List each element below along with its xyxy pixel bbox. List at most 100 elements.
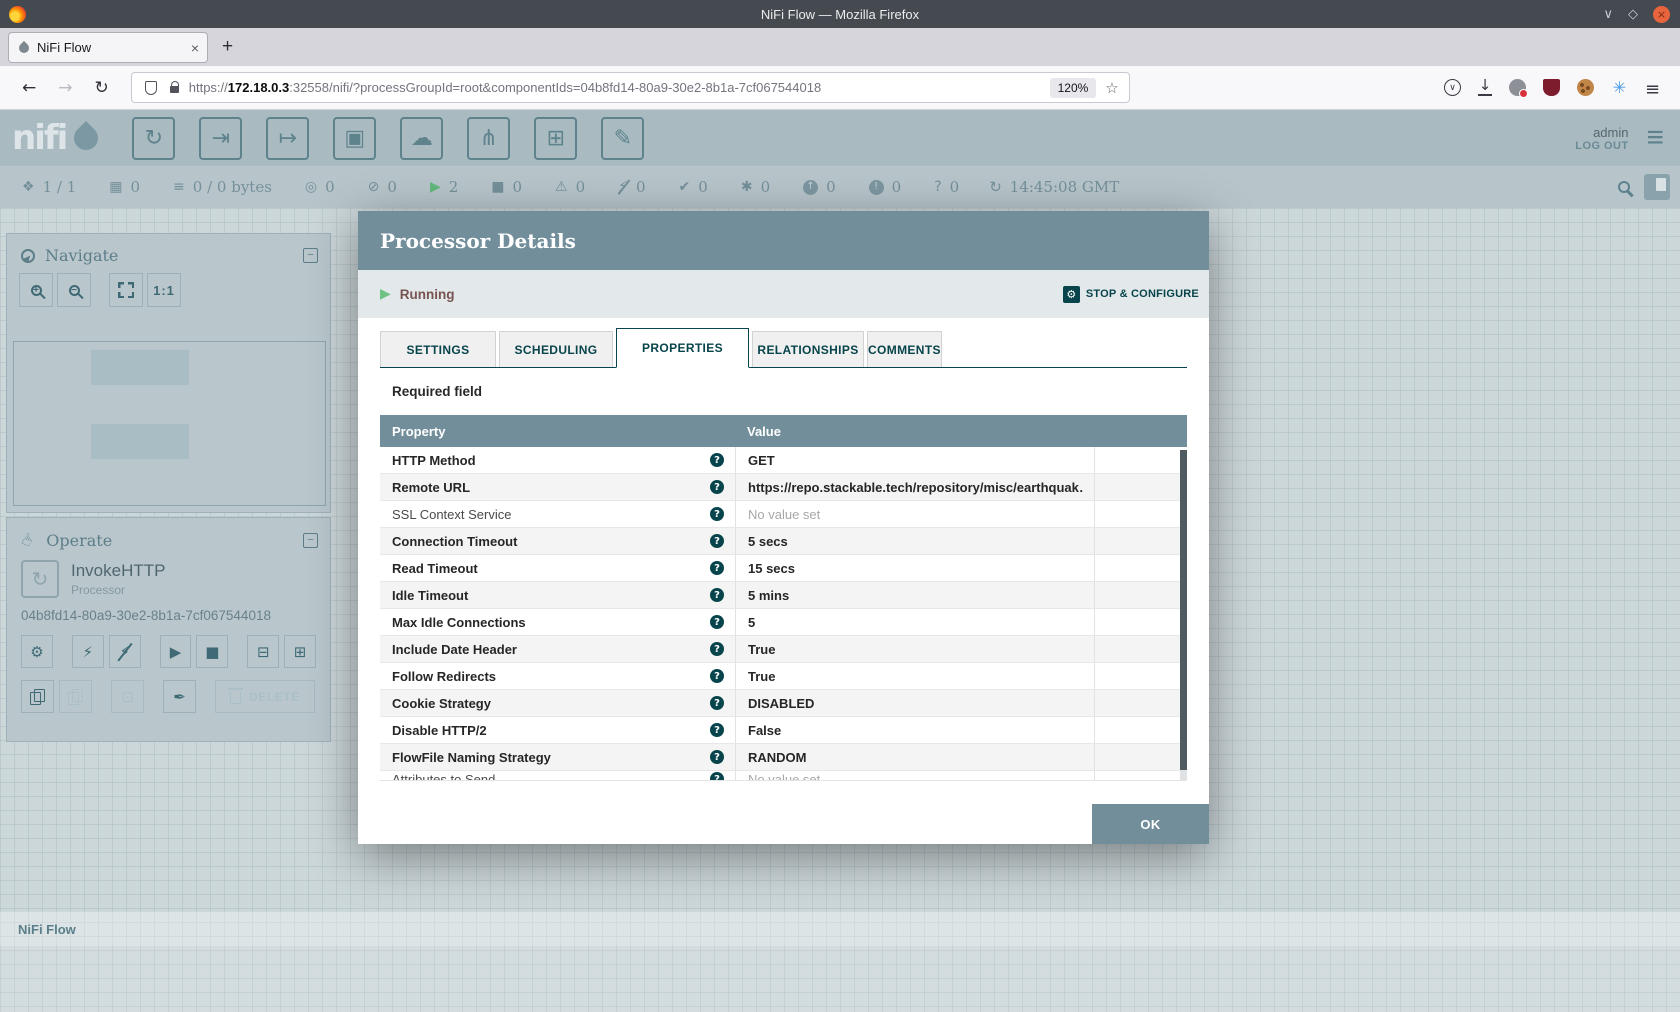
birdseye-component (91, 424, 189, 459)
dialog-tab[interactable]: SETTINGS (380, 331, 496, 367)
create-template-button[interactable]: ⊟ (247, 635, 279, 668)
help-icon[interactable]: ? (710, 615, 724, 629)
stop-and-configure-button[interactable]: ⚙ STOP & CONFIGURE (1063, 286, 1199, 303)
help-icon[interactable]: ? (710, 561, 724, 575)
dialog-tab[interactable]: COMMENTS (867, 331, 942, 367)
window-maximize-icon[interactable]: ◇ (1628, 8, 1638, 21)
help-icon[interactable]: ? (710, 480, 724, 494)
row-actions-cell (1094, 555, 1187, 581)
table-scrollbar-thumb[interactable] (1180, 450, 1187, 770)
downloads-icon[interactable]: ↓ (1478, 79, 1492, 96)
property-value-cell[interactable]: No value set (735, 771, 1094, 780)
help-icon[interactable]: ? (710, 453, 724, 467)
funnel-icon[interactable]: ⋔ (467, 117, 510, 160)
template-icon[interactable]: ⊞ (534, 117, 577, 160)
help-icon[interactable]: ? (710, 723, 724, 737)
start-button[interactable]: ▶ (160, 635, 192, 668)
global-menu-icon[interactable]: ≡ (1646, 123, 1664, 153)
bookmark-star-icon[interactable]: ☆ (1105, 79, 1118, 97)
multi-account-icon[interactable]: ✳ (1611, 79, 1628, 96)
url-bar[interactable]: https://172.18.0.3:32558/nifi/?processGr… (131, 72, 1130, 103)
property-value-cell[interactable]: https://repo.stackable.tech/repository/m… (735, 474, 1094, 500)
property-value-cell[interactable]: RANDOM (735, 744, 1094, 770)
table-row: Cookie Strategy ? DISABLED (380, 690, 1187, 717)
help-icon[interactable]: ? (710, 669, 724, 683)
help-icon[interactable]: ? (710, 696, 724, 710)
process-group-icon[interactable]: ▣ (333, 117, 376, 160)
help-icon[interactable]: ? (710, 507, 724, 521)
new-tab-button[interactable]: + (222, 36, 233, 58)
property-value-cell[interactable]: 5 (735, 609, 1094, 635)
property-value: 5 mins (748, 588, 789, 603)
property-value-cell[interactable]: False (735, 717, 1094, 743)
running-state-label: Running (400, 287, 455, 302)
ok-button[interactable]: OK (1092, 804, 1209, 844)
help-icon[interactable]: ? (710, 588, 724, 602)
help-icon[interactable]: ? (710, 642, 724, 656)
window-close-icon[interactable]: × (1653, 6, 1670, 23)
processor-icon[interactable]: ↻ (132, 117, 175, 160)
group-button[interactable]: ⊞ (284, 635, 316, 668)
table-scrollbar[interactable] (1180, 450, 1187, 780)
property-value-cell[interactable]: DISABLED (735, 690, 1094, 716)
dialog-tab[interactable]: SCHEDULING (499, 331, 613, 367)
reload-button[interactable]: ↻ (95, 78, 109, 98)
dialog-tab[interactable]: PROPERTIES (616, 328, 749, 368)
collapse-navigate-button[interactable]: − (303, 248, 318, 263)
property-value-cell[interactable]: 5 mins (735, 582, 1094, 608)
output-port-icon[interactable]: ↦ (266, 117, 309, 160)
property-value-cell[interactable]: 5 secs (735, 528, 1094, 554)
forward-button[interactable]: → (58, 78, 72, 98)
birdseye-view[interactable] (13, 341, 326, 506)
help-icon[interactable]: ? (710, 772, 724, 780)
change-color-button[interactable]: ✒ (163, 680, 196, 713)
collapse-operate-button[interactable]: − (303, 533, 318, 548)
lock-icon[interactable] (170, 86, 179, 93)
running-state-icon: ▶ (380, 286, 391, 302)
property-value-cell[interactable]: True (735, 663, 1094, 689)
property-value-cell[interactable]: No value set (735, 501, 1094, 527)
zoom-fit-button[interactable] (109, 273, 143, 307)
cluster-icon: ❖ 1 / 1 (22, 178, 76, 196)
zoom-level-badge[interactable]: 120% (1050, 78, 1097, 98)
zoom-out-button[interactable]: − (57, 273, 91, 307)
logout-link[interactable]: LOG OUT (1575, 140, 1628, 152)
tracking-protection-icon[interactable] (145, 81, 157, 95)
copy-button[interactable] (21, 680, 54, 713)
help-icon[interactable]: ? (710, 750, 724, 764)
group-selection-button[interactable]: ⊡ (111, 680, 144, 713)
window-shade-icon[interactable]: ∨ (1603, 8, 1613, 21)
configure-button[interactable]: ⚙ (21, 635, 53, 668)
property-value-cell[interactable]: 15 secs (735, 555, 1094, 581)
paste-button[interactable] (59, 680, 92, 713)
pocket-icon[interactable]: ∨ (1444, 79, 1461, 96)
delete-button[interactable]: DELETE (215, 680, 315, 713)
panel-toggle-icon[interactable] (1644, 174, 1670, 200)
ublock-shield-icon[interactable] (1543, 79, 1560, 96)
property-value-cell[interactable]: GET (735, 447, 1094, 473)
browser-tab[interactable]: NiFi Flow × (8, 32, 208, 63)
zoom-in-button[interactable]: + (19, 273, 53, 307)
label-icon[interactable]: ✎ (601, 117, 644, 160)
help-icon[interactable]: ? (710, 534, 724, 548)
disable-button[interactable]: ⚡ (109, 635, 141, 668)
sync-failure-icon: ? 0 (934, 178, 959, 196)
extension-icon[interactable] (1509, 79, 1526, 96)
tab-close-icon[interactable]: × (191, 40, 199, 56)
breadcrumb[interactable]: NiFi Flow (18, 922, 76, 937)
dialog-tab[interactable]: RELATIONSHIPS (752, 331, 864, 367)
back-button[interactable]: ← (22, 78, 36, 98)
refresh-icon[interactable]: ↻ (989, 178, 1002, 196)
enable-button[interactable]: ⚡ (72, 635, 104, 668)
zoom-actual-button[interactable]: 1:1 (147, 273, 181, 307)
search-icon[interactable] (1618, 181, 1630, 193)
nifi-statusbar: ❖ 1 / 1 ▦ 0 ≡ 0 / 0 bytes ◎ 0 (0, 166, 1680, 208)
hamburger-menu-icon[interactable]: ≡ (1645, 79, 1662, 96)
property-value: No value set (748, 507, 820, 522)
cookie-extension-icon[interactable] (1577, 79, 1594, 96)
remote-process-group-icon[interactable]: ☁ (400, 117, 443, 160)
property-value-cell[interactable]: True (735, 636, 1094, 662)
input-port-icon[interactable]: ⇥ (199, 117, 242, 160)
stop-button[interactable]: ■ (196, 635, 228, 668)
invalid-icon: ⚠ 0 (555, 178, 585, 196)
